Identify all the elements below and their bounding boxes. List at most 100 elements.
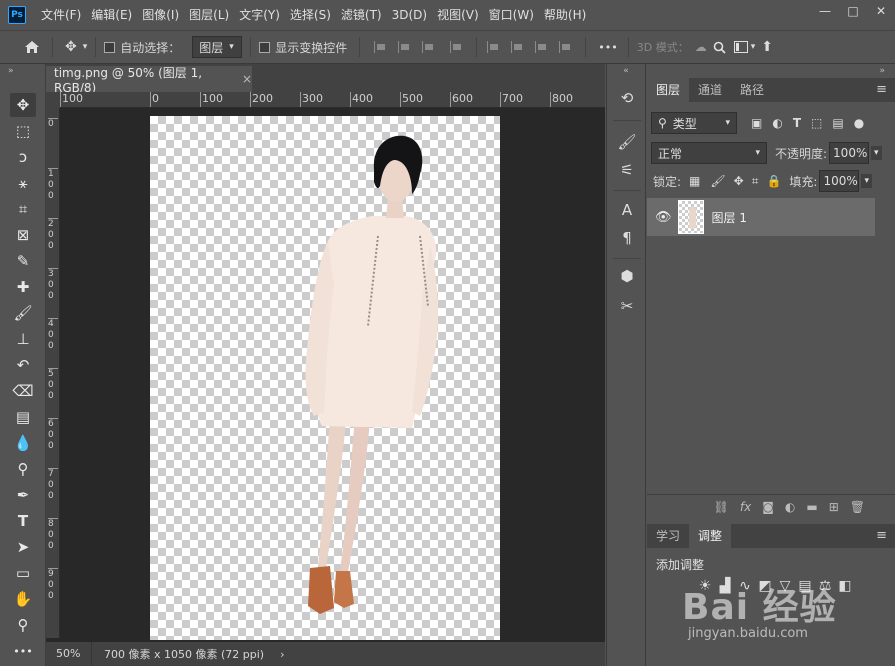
fx-icon[interactable]: fx: [740, 500, 751, 514]
tab-learn[interactable]: 学习: [647, 524, 689, 548]
character-icon[interactable]: A: [615, 198, 639, 222]
chevron-down-icon[interactable]: ▾: [83, 42, 88, 52]
maximize-button[interactable]: □: [839, 0, 867, 22]
panel-menu-icon[interactable]: ≡: [876, 78, 887, 102]
menu-layer[interactable]: 图层(L): [184, 0, 234, 30]
move-tool-preset-icon[interactable]: ✥: [65, 39, 77, 55]
filter-type-icon[interactable]: T: [793, 116, 801, 130]
brush-settings-icon[interactable]: 🖌: [615, 130, 639, 154]
lock-artboard-icon[interactable]: ⌗: [752, 174, 759, 189]
menu-image[interactable]: 图像(I): [137, 0, 184, 30]
align-bottom-icon[interactable]: [535, 41, 547, 53]
chevron-down-icon[interactable]: ▾: [861, 174, 872, 188]
workspace-icon[interactable]: [733, 41, 748, 53]
chevron-down-icon[interactable]: ▾: [871, 146, 882, 160]
trash-icon[interactable]: 🗑: [850, 500, 865, 514]
align-middle-icon[interactable]: [450, 41, 462, 53]
close-button[interactable]: ✕: [867, 0, 895, 22]
lasso-tool-icon[interactable]: ↄ: [10, 145, 36, 169]
filter-toggle-icon[interactable]: ●: [854, 116, 864, 130]
home-icon[interactable]: [22, 40, 42, 54]
filter-pixel-icon[interactable]: ▣: [751, 116, 762, 130]
lock-all-icon[interactable]: 🔒: [766, 174, 781, 188]
filter-smart-object-icon[interactable]: ▤: [832, 116, 843, 130]
levels-icon[interactable]: ▟: [717, 578, 733, 594]
layer-name[interactable]: 图层 1: [712, 209, 747, 226]
brushes-icon[interactable]: ⚟: [615, 158, 639, 182]
eyedropper-tool-icon[interactable]: ✎: [10, 249, 36, 273]
document-canvas[interactable]: [150, 116, 500, 640]
ruler-origin[interactable]: [46, 92, 60, 108]
align-center-horizontal-icon[interactable]: [398, 41, 410, 53]
auto-select-target-dropdown[interactable]: 图层 ▾: [192, 36, 243, 58]
exposure-icon[interactable]: ◩: [757, 578, 773, 594]
chevron-right-icon[interactable]: ›: [280, 648, 284, 661]
healing-brush-tool-icon[interactable]: ✚: [10, 275, 36, 299]
align-left-icon[interactable]: [374, 41, 386, 53]
opacity-input[interactable]: 100%: [829, 142, 870, 164]
curves-icon[interactable]: ∿: [737, 578, 753, 594]
collapse-panels-icon[interactable]: »: [647, 64, 895, 78]
3d-icon[interactable]: ⬢: [615, 264, 639, 288]
collapse-dock-icon[interactable]: «: [607, 64, 645, 78]
menu-view[interactable]: 视图(V): [432, 0, 484, 30]
new-layer-icon[interactable]: ⊞: [829, 500, 839, 514]
vibrance-icon[interactable]: ▽: [777, 578, 793, 594]
paragraph-icon[interactable]: ¶: [615, 226, 639, 250]
path-selection-tool-icon[interactable]: ➤: [10, 535, 36, 559]
crop-tool-icon[interactable]: ⌗: [10, 197, 36, 221]
blend-mode-dropdown[interactable]: 正常 ▾: [651, 142, 767, 164]
gradient-tool-icon[interactable]: ▤: [10, 405, 36, 429]
folder-icon[interactable]: ▬: [806, 500, 817, 514]
brightness-icon[interactable]: ☀: [697, 578, 713, 594]
minimize-button[interactable]: —: [811, 0, 839, 22]
frame-tool-icon[interactable]: ⊠: [10, 223, 36, 247]
layer-row[interactable]: 👁 图层 1: [647, 198, 875, 236]
align-right-icon[interactable]: [422, 41, 434, 53]
marquee-tool-icon[interactable]: ⬚: [10, 119, 36, 143]
eraser-tool-icon[interactable]: ⌫: [10, 379, 36, 403]
type-tool-icon[interactable]: T: [10, 509, 36, 533]
vertical-ruler[interactable]: 0 100 200 300 400 500 600 700 800 900: [46, 108, 60, 638]
lock-position-icon[interactable]: ✥: [734, 174, 744, 188]
pen-tool-icon[interactable]: ✒: [10, 483, 36, 507]
more-options-button[interactable]: •••: [598, 41, 617, 54]
menu-filter[interactable]: 滤镜(T): [336, 0, 387, 30]
close-icon[interactable]: ×: [242, 72, 252, 86]
horizontal-ruler[interactable]: 100 0 100 200 300 400 500 600 700 800: [60, 92, 605, 108]
black-white-icon[interactable]: ◧: [837, 578, 853, 594]
lock-transparent-icon[interactable]: ▦: [689, 174, 700, 188]
hand-tool-icon[interactable]: ✋: [10, 587, 36, 611]
align-top-icon[interactable]: [487, 41, 499, 53]
mask-icon[interactable]: ◙: [762, 500, 774, 514]
collapse-toolbar-icon[interactable]: »: [0, 64, 45, 78]
tab-layers[interactable]: 图层: [647, 78, 690, 102]
3d-orbit-icon[interactable]: ☁: [695, 40, 707, 54]
menu-3d[interactable]: 3D(D): [387, 0, 432, 30]
blur-tool-icon[interactable]: 💧: [10, 431, 36, 455]
tab-paths[interactable]: 路径: [731, 78, 773, 102]
adjustment-icon[interactable]: ◐: [785, 500, 795, 514]
filter-adjustment-icon[interactable]: ◐: [772, 116, 782, 130]
tools-preset-icon[interactable]: ✂: [615, 294, 639, 318]
menu-type[interactable]: 文字(Y): [234, 0, 285, 30]
zoom-tool-icon[interactable]: ⚲: [10, 613, 36, 637]
menu-window[interactable]: 窗口(W): [484, 0, 539, 30]
search-icon[interactable]: [713, 41, 726, 54]
distribute-icon[interactable]: [559, 41, 571, 53]
color-balance-icon[interactable]: ⚖: [817, 578, 833, 594]
visibility-eye-icon[interactable]: 👁: [655, 210, 672, 225]
share-icon[interactable]: ⬆: [761, 39, 773, 55]
menu-select[interactable]: 选择(S): [285, 0, 336, 30]
edit-toolbar-icon[interactable]: •••: [10, 639, 36, 663]
tab-channels[interactable]: 通道: [689, 78, 731, 102]
panel-menu-icon[interactable]: ≡: [876, 524, 887, 548]
show-transform-checkbox[interactable]: [259, 41, 271, 53]
menu-file[interactable]: 文件(F): [36, 0, 86, 30]
document-tab[interactable]: timg.png @ 50% (图层 1, RGB/8) ×: [46, 66, 252, 95]
auto-select-checkbox[interactable]: [104, 41, 116, 53]
menu-help[interactable]: 帮助(H): [539, 0, 591, 30]
chevron-down-icon[interactable]: ▾: [751, 42, 756, 52]
align-vertical-center-icon[interactable]: [511, 41, 523, 53]
tab-adjustments[interactable]: 调整: [689, 524, 732, 548]
